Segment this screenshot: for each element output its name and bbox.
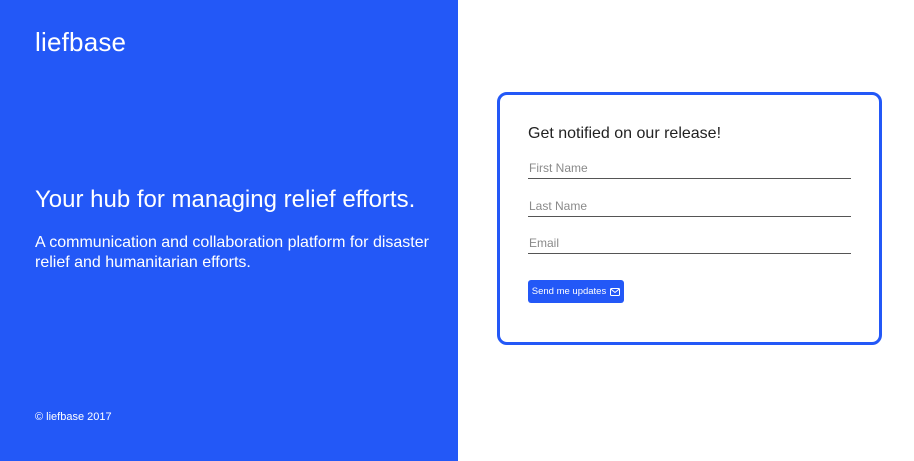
send-updates-label: Send me updates: [531, 286, 607, 297]
email-input[interactable]: [528, 232, 851, 254]
signup-title: Get notified on our release!: [528, 125, 722, 142]
hero-panel: liefbase Your hub for managing relief ef…: [0, 0, 458, 461]
last-name-input[interactable]: [528, 195, 851, 217]
send-updates-button[interactable]: Send me updates: [528, 280, 624, 303]
hero-headline: Your hub for managing relief efforts.: [35, 186, 416, 213]
logo: liefbase: [35, 27, 127, 57]
envelope-icon: [610, 287, 621, 296]
hero-subheadline: A communication and collaboration platfo…: [35, 234, 429, 271]
copyright-footer: © liefbase 2017: [35, 411, 112, 423]
signup-card: Get notified on our release! Send me upd…: [497, 92, 882, 345]
signup-panel: Get notified on our release! Send me upd…: [458, 0, 914, 461]
first-name-input[interactable]: [528, 157, 851, 179]
